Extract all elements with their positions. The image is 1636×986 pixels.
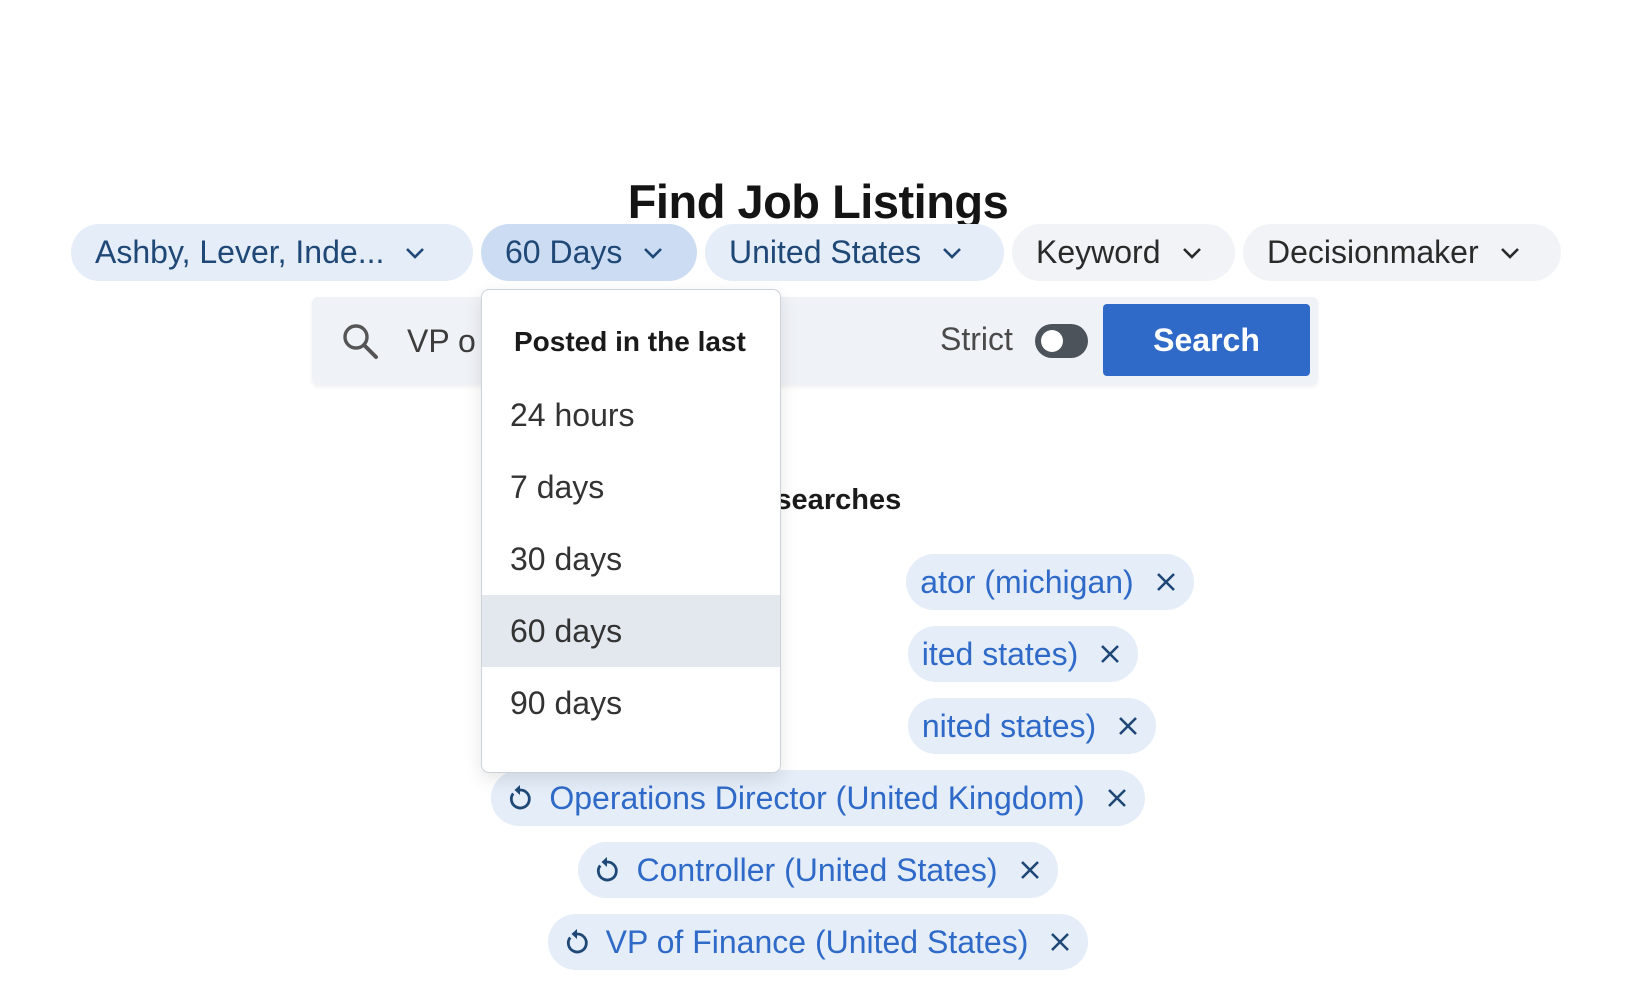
keyword-filter-chip[interactable]: Keyword [1012,224,1235,281]
recent-search-label: Operations Director (United Kingdom) [549,779,1085,816]
recent-search-item[interactable]: Controller (United States) [578,842,1058,898]
redo-icon [510,785,532,810]
close-icon[interactable] [1098,642,1122,666]
recent-search-item[interactable]: Operations Director (United Kingdom) [491,770,1145,826]
recent-search-label: VP of Finance (United States) [605,923,1029,960]
strict-toggle[interactable] [1035,324,1088,358]
page-title: Find Job Listings [627,175,1009,229]
toggle-knob [1041,330,1063,352]
location-filter-chip[interactable]: United States [705,224,1004,281]
decisionmaker-filter-label: Decisionmaker [1267,234,1479,270]
dropdown-option-90-days[interactable]: 90 days [482,667,780,739]
filter-bar: Ashby, Lever, Inde... 60 Days United Sta… [71,224,1561,281]
close-icon[interactable] [1116,714,1140,738]
chevron-down-icon [1500,247,1519,259]
recent-search-label: Controller (United States) [636,851,998,888]
close-icon[interactable] [1048,930,1072,954]
recent-search-item[interactable]: ator (michigan) [906,554,1194,610]
decisionmaker-filter-chip[interactable]: Decisionmaker [1243,224,1561,281]
recent-search-label: ator (michigan) [920,563,1134,600]
recent-search-item[interactable]: ited states) [907,626,1139,682]
chevron-down-icon [943,247,962,259]
posted-filter-label: 60 Days [505,234,623,270]
redo-icon [597,857,619,882]
close-icon[interactable] [1105,786,1129,810]
strict-label: Strict [940,321,1013,357]
close-icon[interactable] [1018,858,1042,882]
recent-search-label: ited states) [921,635,1079,672]
search-bar: Strict Search [312,297,1318,385]
chevron-down-icon [406,247,425,259]
chevron-down-icon [1182,247,1201,259]
dropdown-header: Posted in the last [514,326,746,357]
recent-search-label: nited states) [921,707,1097,744]
location-filter-label: United States [729,234,922,270]
search-icon [343,324,378,359]
dropdown-option-60-days[interactable]: 60 days [482,595,780,667]
dropdown-option-30-days[interactable]: 30 days [482,523,780,595]
recent-search-item[interactable]: nited states) [907,698,1157,754]
close-icon[interactable] [1154,570,1178,594]
chevron-down-icon [644,247,663,259]
recent-search-item[interactable]: VP of Finance (United States) [547,914,1089,970]
posted-dropdown-menu: Posted in the last 24 hours 7 days 30 da… [481,289,781,773]
posted-filter-chip[interactable]: 60 Days [481,224,697,281]
keyword-filter-label: Keyword [1036,234,1161,270]
recent-searches-list: ator (michigan) ited states) nited state… [0,554,1636,986]
dropdown-option-24-hours[interactable]: 24 hours [482,379,780,451]
dropdown-option-7-days[interactable]: 7 days [482,451,780,523]
sources-filter-chip[interactable]: Ashby, Lever, Inde... [71,224,473,281]
sources-filter-label: Ashby, Lever, Inde... [95,234,385,270]
redo-icon [566,929,588,954]
search-button[interactable]: Search [1103,304,1310,376]
